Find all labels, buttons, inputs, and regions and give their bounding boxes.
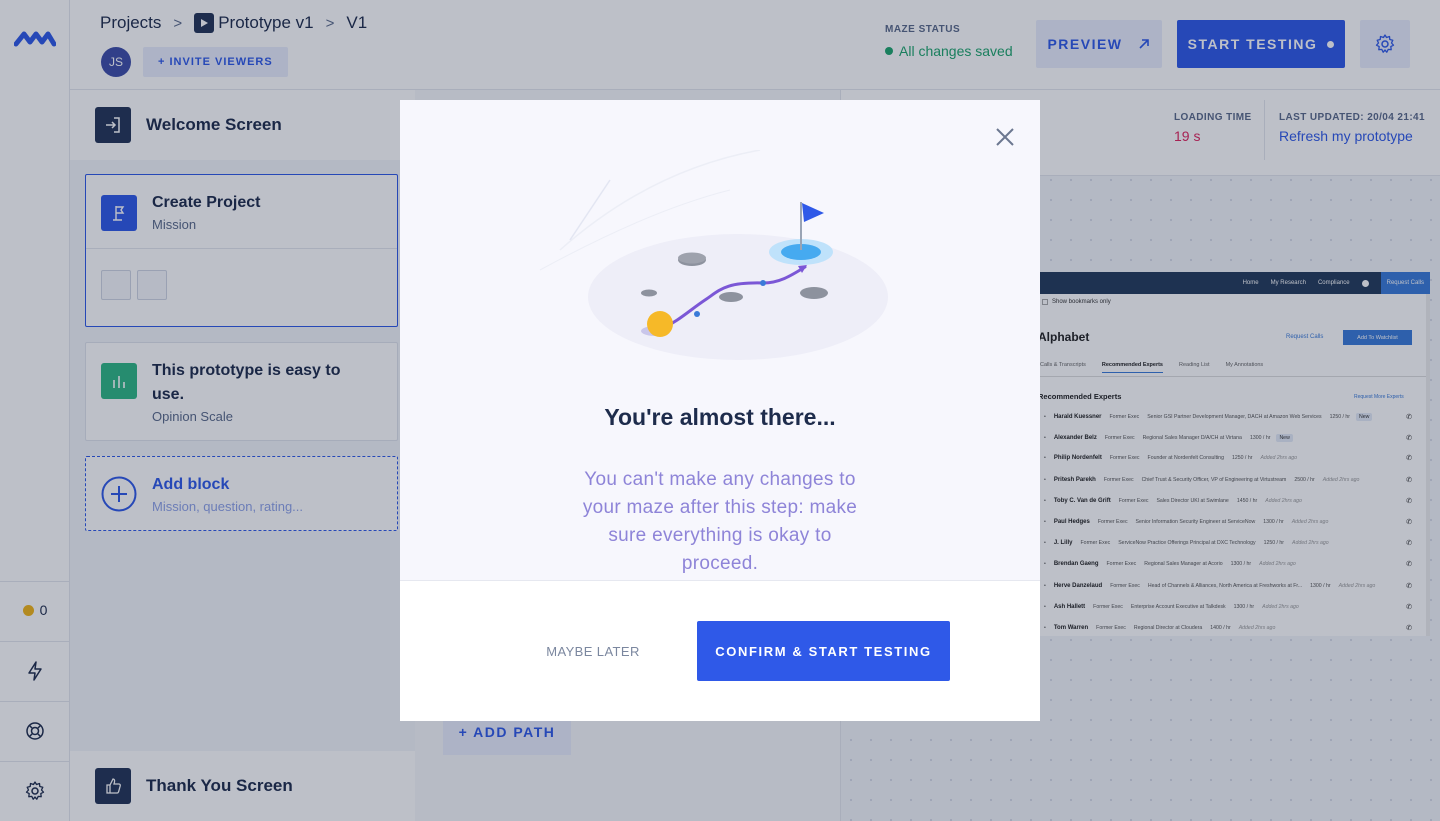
maze-illustration [539, 150, 888, 360]
modal-title: You're almost there... [604, 404, 836, 430]
modal-body: You're almost there... You can't make an… [400, 100, 1040, 581]
maybe-later-button[interactable]: MAYBE LATER [528, 621, 658, 681]
close-icon[interactable] [992, 124, 1018, 150]
modal-description: You can't make any changes to your maze … [582, 469, 858, 574]
confirm-start-testing-button[interactable]: CONFIRM & START TESTING [697, 621, 950, 681]
confirm-start-testing-modal: You're almost there... You can't make an… [400, 100, 1040, 721]
